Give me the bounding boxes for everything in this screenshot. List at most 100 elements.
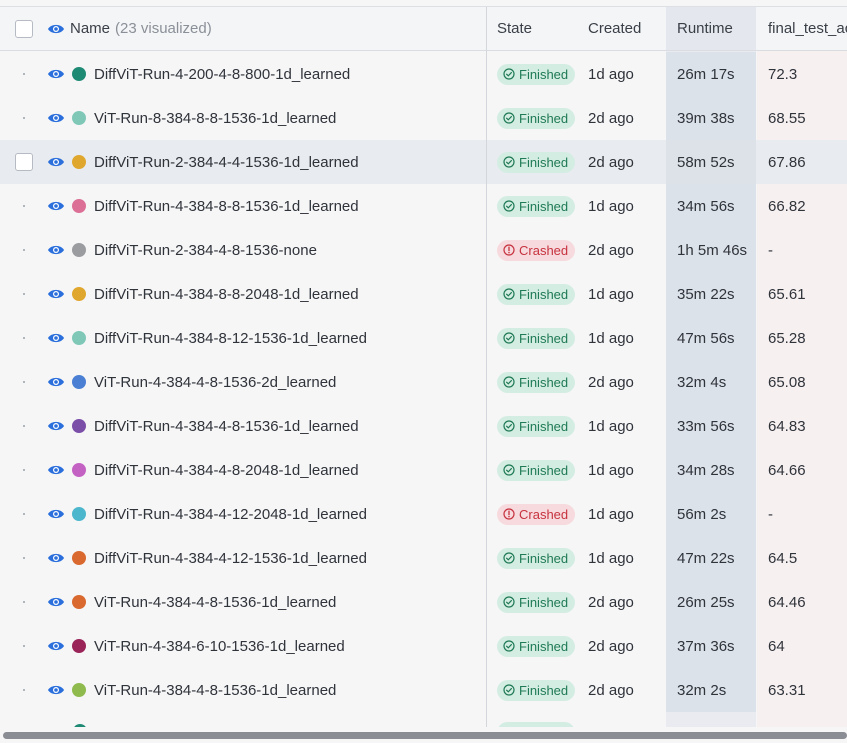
table-row[interactable]: ViT-Run-4-384-4-8-1536-1d_learned Finishe… [0, 668, 847, 712]
row-select-cell[interactable] [0, 404, 48, 448]
run-name-link[interactable]: DiffViT-Run-2-384-4-4-1536-1d_learned [94, 140, 484, 184]
run-color-swatch[interactable] [70, 184, 88, 228]
row-select-cell[interactable] [0, 228, 48, 272]
run-color-swatch[interactable] [70, 228, 88, 272]
run-color-swatch[interactable] [70, 360, 88, 404]
row-select-cell[interactable] [0, 52, 48, 96]
row-select-placeholder[interactable] [23, 205, 25, 207]
row-select-cell[interactable] [0, 536, 48, 580]
horizontal-scrollbar[interactable] [0, 731, 847, 741]
run-name-link[interactable]: DiffViT-Run-4-384-4-12-2048-1d_learned [94, 492, 484, 536]
row-select-placeholder[interactable] [23, 469, 25, 471]
run-color-swatch[interactable] [70, 272, 88, 316]
table-row[interactable]: DiffViT-Run-4-200-4-8-800-1d_learned Fini… [0, 52, 847, 96]
run-name-link[interactable]: ViT-Run-8-384-8-8-1536-1d_learned [94, 96, 484, 140]
column-header-state[interactable]: State [497, 7, 577, 50]
run-name-link[interactable]: ViT-Run-4-384-4-8-1536-1d_learned [94, 668, 484, 712]
row-select-cell[interactable] [0, 448, 48, 492]
table-row[interactable]: ViT-Run-4-384-4-8-1536-1d_learned Finishe… [0, 580, 847, 624]
row-visibility-toggle[interactable] [44, 96, 68, 140]
row-visibility-toggle[interactable] [44, 228, 68, 272]
table-row[interactable]: DiffViT-Run-4-384-8-8-2048-1d_learned Fin… [0, 272, 847, 316]
run-color-swatch[interactable] [70, 316, 88, 360]
run-color-swatch[interactable] [70, 624, 88, 668]
row-select-cell[interactable] [0, 668, 48, 712]
row-visibility-toggle[interactable] [44, 580, 68, 624]
row-select-placeholder[interactable] [23, 73, 25, 75]
table-row[interactable]: ViT-Run-4-384-6-10-1536-1d_learned Finish… [0, 624, 847, 668]
row-select-cell[interactable] [0, 624, 48, 668]
table-row[interactable]: DiffViT-Run-4-384-8-8-1536-1d_learned Fin… [0, 184, 847, 228]
run-name-link[interactable]: DiffViT-Run-4-384-4-12-1536-1d_learned [94, 536, 484, 580]
row-visibility-toggle[interactable] [44, 536, 68, 580]
color-dot [72, 155, 86, 169]
row-visibility-toggle[interactable] [44, 316, 68, 360]
row-select-cell[interactable] [0, 184, 48, 228]
run-color-swatch[interactable] [70, 668, 88, 712]
row-visibility-toggle[interactable] [44, 668, 68, 712]
column-header-final-test-acc[interactable]: final_test_acc [757, 7, 847, 50]
row-select-placeholder[interactable] [23, 381, 25, 383]
row-select-placeholder[interactable] [23, 645, 25, 647]
run-color-swatch[interactable] [70, 580, 88, 624]
row-select-placeholder[interactable] [23, 689, 25, 691]
row-select-cell[interactable] [0, 96, 48, 140]
run-name-link[interactable]: ViT-Run-4-384-4-8-1536-1d_learned [94, 580, 484, 624]
run-color-swatch[interactable] [70, 52, 88, 96]
table-row[interactable]: DiffViT-Run-4-384-8-12-1536-1d_learned Fi… [0, 316, 847, 360]
run-name-link[interactable]: DiffViT-Run-4-384-4-8-1536-1d_learned [94, 404, 484, 448]
run-name-link[interactable]: DiffViT-Run-4-200-4-8-800-1d_learned [94, 52, 484, 96]
run-color-swatch[interactable] [70, 536, 88, 580]
row-select-checkbox[interactable] [15, 153, 33, 171]
run-color-swatch[interactable] [70, 448, 88, 492]
run-name-link[interactable]: ViT-Run-4-384-6-10-1536-1d_learned [94, 624, 484, 668]
row-visibility-toggle[interactable] [44, 52, 68, 96]
run-color-swatch[interactable] [70, 140, 88, 184]
row-visibility-toggle[interactable] [44, 184, 68, 228]
row-select-cell[interactable] [0, 140, 48, 184]
run-name-link[interactable]: DiffViT-Run-4-384-8-12-1536-1d_learned [94, 316, 484, 360]
row-select-placeholder[interactable] [23, 601, 25, 603]
table-row[interactable]: DiffViT-Run-4-384-4-8-2048-1d_learned Fin… [0, 448, 847, 492]
row-select-placeholder[interactable] [23, 425, 25, 427]
column-header-runtime[interactable]: Runtime [666, 7, 756, 50]
scrollbar-thumb[interactable] [3, 732, 847, 739]
select-all-checkbox[interactable] [15, 19, 33, 38]
table-row[interactable]: ViT-Run-4-384-4-8-1536-2d_learned Finishe… [0, 360, 847, 404]
row-select-cell[interactable] [0, 580, 48, 624]
run-color-swatch[interactable] [70, 404, 88, 448]
row-visibility-toggle[interactable] [44, 492, 68, 536]
table-row[interactable]: ViT-Run-8-384-8-8-1536-1d_learned Finishe… [0, 96, 847, 140]
row-select-placeholder[interactable] [23, 337, 25, 339]
column-header-name[interactable]: Name (23 visualized) [70, 7, 460, 50]
row-select-placeholder[interactable] [23, 293, 25, 295]
row-visibility-toggle[interactable] [44, 272, 68, 316]
row-visibility-toggle[interactable] [44, 624, 68, 668]
table-row[interactable]: DiffViT-Run-4-384-4-12-1536-1d_learned Fi… [0, 536, 847, 580]
table-row[interactable]: DiffViT-Run-2-384-4-4-1536-1d_learned Fin… [0, 140, 847, 184]
column-header-created[interactable]: Created [588, 7, 664, 50]
row-select-placeholder[interactable] [23, 557, 25, 559]
run-name-link[interactable]: DiffViT-Run-4-384-8-8-2048-1d_learned [94, 272, 484, 316]
row-visibility-toggle[interactable] [44, 140, 68, 184]
run-color-swatch[interactable] [70, 96, 88, 140]
run-color-swatch[interactable] [70, 492, 88, 536]
run-name-link[interactable]: DiffViT-Run-2-384-4-8-1536-none [94, 228, 484, 272]
row-select-placeholder[interactable] [23, 513, 25, 515]
table-row[interactable]: DiffViT-Run-4-384-4-12-2048-1d_learned Cr… [0, 492, 847, 536]
row-select-cell[interactable] [0, 272, 48, 316]
row-select-placeholder[interactable] [23, 117, 25, 119]
run-name-link[interactable]: ViT-Run-4-384-4-8-1536-2d_learned [94, 360, 484, 404]
row-visibility-toggle[interactable] [44, 448, 68, 492]
row-select-placeholder[interactable] [23, 249, 25, 251]
row-select-cell[interactable] [0, 316, 48, 360]
visibility-toggle-all[interactable] [44, 7, 68, 50]
run-name-link[interactable]: DiffViT-Run-4-384-8-8-1536-1d_learned [94, 184, 484, 228]
row-visibility-toggle[interactable] [44, 360, 68, 404]
table-row[interactable]: DiffViT-Run-4-384-4-8-1536-1d_learned Fin… [0, 404, 847, 448]
row-visibility-toggle[interactable] [44, 404, 68, 448]
row-select-cell[interactable] [0, 360, 48, 404]
row-select-cell[interactable] [0, 492, 48, 536]
run-name-link[interactable]: DiffViT-Run-4-384-4-8-2048-1d_learned [94, 448, 484, 492]
table-row[interactable]: DiffViT-Run-2-384-4-8-1536-none Crashed 2d… [0, 228, 847, 272]
